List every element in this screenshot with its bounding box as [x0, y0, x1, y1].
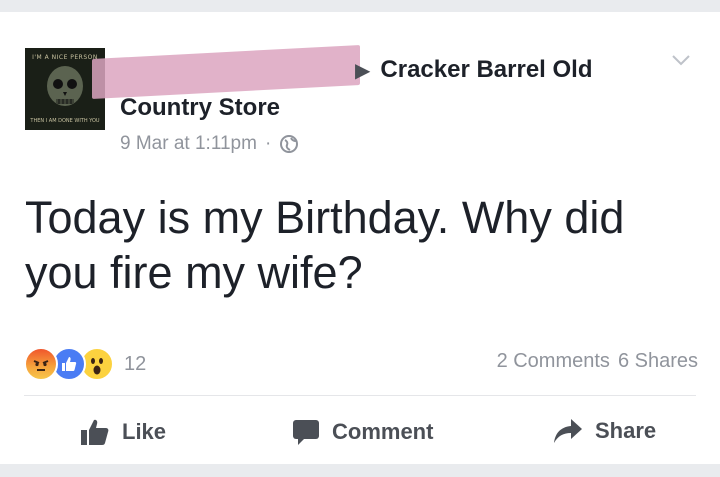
meta-separator: · — [264, 133, 272, 154]
thumbs-up-icon — [81, 419, 109, 445]
feed-background-strip — [0, 464, 720, 477]
reactions-summary[interactable]: 12 — [24, 347, 147, 381]
author-name-redaction — [92, 44, 360, 100]
share-label: Share — [595, 418, 657, 443]
comments-count-link[interactable]: 2 Comments — [497, 350, 610, 373]
like-button[interactable]: Like — [80, 418, 166, 446]
post-card: I'M A NICE PERSON THEN I AM DONE WITH YO… — [0, 12, 720, 464]
action-divider — [24, 395, 696, 396]
post-meta: 9 Mar at 1:11pm · — [120, 133, 299, 155]
page-name-link-continued[interactable]: Country Store — [120, 94, 280, 122]
globe-icon[interactable] — [279, 134, 299, 154]
share-arrow-icon — [554, 419, 582, 443]
comment-label: Comment — [332, 419, 434, 444]
page-name-link[interactable]: Cracker Barrel Old — [380, 56, 592, 84]
engagement-stats: 2 Comments 6 Shares — [497, 350, 698, 373]
share-button[interactable]: Share — [553, 418, 656, 444]
avatar-bottom-text: THEN I AM DONE WITH YOU — [30, 118, 100, 124]
chevron-down-icon[interactable] — [670, 52, 692, 68]
shares-count-link[interactable]: 6 Shares — [618, 350, 698, 373]
shared-to-line: ▶ Cracker Barrel Old — [355, 56, 593, 84]
comment-button[interactable]: Comment — [292, 418, 433, 446]
timestamp-link[interactable]: 9 Mar at 1:11pm — [120, 133, 257, 155]
speech-bubble-icon — [293, 420, 319, 445]
reaction-count: 12 — [124, 352, 147, 375]
like-label: Like — [122, 419, 167, 444]
triangle-right-icon: ▶ — [355, 59, 371, 82]
action-bar: Like Comment Share — [0, 412, 720, 462]
post-body-text: Today is my Birthday. Why did you fire m… — [25, 192, 625, 298]
angry-reaction-icon — [24, 347, 58, 381]
